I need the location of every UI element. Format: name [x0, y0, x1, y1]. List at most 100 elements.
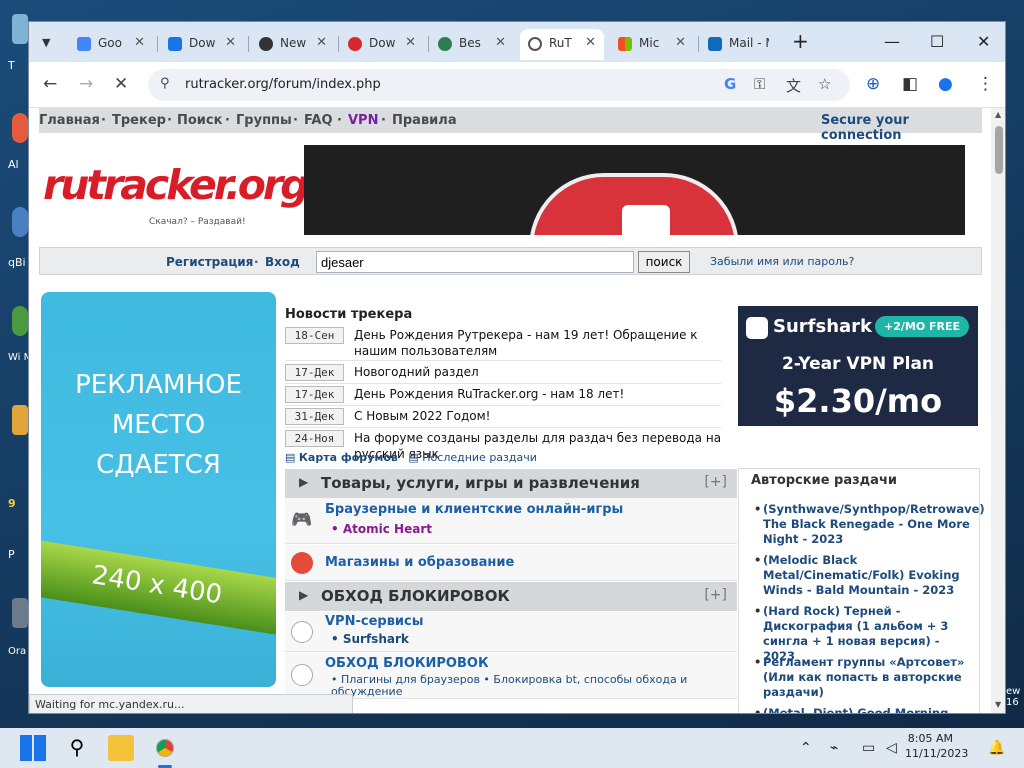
news-link[interactable]: День Рождения Рутрекера - нам 19 лет! Об…: [354, 327, 724, 359]
nav-home[interactable]: Главная: [39, 113, 100, 128]
url-text[interactable]: rutracker.org/forum/index.php: [185, 77, 381, 92]
close-icon[interactable]: ✕: [675, 35, 686, 50]
chrome-icon[interactable]: [152, 735, 178, 761]
category-header[interactable]: ▶ Товары, услуги, игры и развлечения [+]: [285, 469, 737, 498]
windows-start-icon[interactable]: [20, 735, 46, 761]
scroll-thumb[interactable]: [995, 126, 1003, 174]
left-ad-banner[interactable]: РЕКЛАМНОЕ МЕСТО СДАЕТСЯ 240 x 400: [41, 292, 276, 687]
close-window-button[interactable]: ✕: [977, 32, 990, 51]
category-expand[interactable]: [+]: [704, 474, 727, 490]
close-icon[interactable]: ✕: [405, 35, 416, 50]
tab[interactable]: Dow ✕: [340, 29, 424, 60]
new-tab-button[interactable]: +: [792, 29, 809, 53]
stop-button[interactable]: ✕: [114, 74, 128, 94]
tab-active[interactable]: RuT ✕: [520, 29, 604, 60]
forgot-password-link[interactable]: Забыли имя или пароль?: [710, 255, 854, 268]
shop-icon: [291, 552, 313, 574]
minimize-button[interactable]: —: [884, 32, 900, 51]
category-expand[interactable]: [+]: [704, 587, 727, 603]
top-banner-ad[interactable]: [304, 145, 965, 235]
tab[interactable]: Goo ✕: [69, 29, 153, 60]
translate-icon[interactable]: 文: [786, 75, 801, 96]
network-icon[interactable]: ⌁: [830, 740, 838, 756]
forum-title[interactable]: Магазины и образование: [325, 555, 514, 570]
register-link[interactable]: Регистрация: [166, 255, 253, 269]
close-icon[interactable]: ✕: [134, 35, 145, 50]
ad-line: РЕКЛАМНОЕ: [75, 370, 242, 400]
nav-faq[interactable]: FAQ: [304, 113, 333, 128]
search-input[interactable]: [316, 251, 634, 273]
chevron-up-icon[interactable]: ⌃: [800, 740, 812, 756]
display-icon[interactable]: ▭: [862, 740, 875, 756]
sidebox-item[interactable]: (Synthwave/Synthpop/Retrowave) The Black…: [754, 502, 985, 547]
maximize-button[interactable]: ☐: [930, 32, 944, 51]
desktop-icon[interactable]: [12, 405, 28, 435]
profile-icon[interactable]: ●: [938, 74, 953, 94]
desktop-icon[interactable]: [12, 113, 28, 143]
close-icon[interactable]: ✕: [585, 35, 596, 50]
subforum-name[interactable]: Surfshark: [343, 632, 409, 646]
nav-tracker[interactable]: Трекер: [112, 113, 166, 128]
tab[interactable]: New ✕: [251, 29, 335, 60]
subforum-name[interactable]: Atomic Heart: [343, 522, 432, 536]
notification-bell-icon[interactable]: 🔔: [988, 740, 1005, 756]
microsoft-icon: [618, 37, 632, 51]
volume-icon[interactable]: ◁: [886, 740, 897, 756]
nav-groups[interactable]: Группы: [236, 113, 292, 128]
tab[interactable]: Dow ✕: [160, 29, 244, 60]
back-button[interactable]: ←: [43, 74, 57, 94]
scroll-up-icon[interactable]: ▲: [995, 110, 1001, 119]
desktop-icon[interactable]: [12, 207, 28, 237]
category-title[interactable]: ОБХОД БЛОКИРОВОК: [321, 587, 510, 605]
forum-map-link[interactable]: Карта форумов: [299, 451, 398, 464]
close-icon[interactable]: ✕: [225, 35, 236, 50]
ad-line: МЕСТО: [111, 410, 206, 440]
close-icon[interactable]: ✕: [495, 35, 506, 50]
file-explorer-icon[interactable]: [108, 735, 134, 761]
nav-rules[interactable]: Правила: [392, 113, 457, 128]
login-link[interactable]: Вход: [265, 255, 300, 269]
last-torrents-link[interactable]: Последние раздачи: [422, 451, 537, 464]
clock[interactable]: 8:05 AM 11/11/2023: [905, 731, 968, 761]
tab[interactable]: Mail - M: [700, 29, 784, 60]
vertical-scrollbar[interactable]: ▲ ▼: [991, 108, 1005, 713]
scroll-down-icon[interactable]: ▼: [995, 700, 1001, 709]
desktop-icon[interactable]: [12, 14, 28, 44]
news-link[interactable]: День Рождения RuTracker.org - нам 18 лет…: [354, 386, 724, 402]
menu-icon[interactable]: ⋮: [977, 74, 994, 94]
sidebox-item[interactable]: (Metal, Djent) Good Morning: [754, 706, 975, 713]
category-title[interactable]: Товары, услуги, игры и развлечения: [321, 474, 640, 492]
side-panel-icon[interactable]: ◧: [902, 74, 918, 94]
sidebox-item[interactable]: (Melodic Black Metal/Cinematic/Folk) Evo…: [754, 553, 975, 598]
forum-title[interactable]: Браузерные и клиентские онлайн-игры: [325, 502, 623, 517]
search-button[interactable]: поиск: [638, 251, 690, 273]
star-icon[interactable]: ☆: [818, 75, 831, 93]
ad-price: $2.30/mo: [773, 382, 943, 420]
site-info-icon[interactable]: ⚲: [160, 76, 170, 91]
nav-search[interactable]: Поиск: [177, 113, 222, 128]
site-logo[interactable]: rutracker.org: [43, 161, 310, 209]
forum-title[interactable]: ОБХОД БЛОКИРОВОК: [325, 656, 489, 671]
tab-separator: [698, 36, 699, 52]
desktop-icon[interactable]: [12, 598, 28, 628]
surfshark-ad[interactable]: Surfshark +2/MO FREE 2-Year VPN Plan $2.…: [738, 306, 978, 426]
address-bar[interactable]: ⚲ rutracker.org/forum/index.php G ⚿ 文 ☆: [148, 69, 850, 101]
news-link[interactable]: С Новым 2022 Годом!: [354, 408, 724, 424]
sidebox-item[interactable]: Регламент группы «Артсовет» (Или как поп…: [754, 655, 975, 700]
forum-title[interactable]: VPN-сервисы: [325, 614, 424, 629]
news-item: 18-Сен День Рождения Рутрекера - нам 19 …: [285, 327, 721, 361]
tab[interactable]: Mic ✕: [610, 29, 694, 60]
download-icon[interactable]: ⊕: [866, 74, 880, 94]
close-icon[interactable]: ✕: [316, 35, 327, 50]
search-icon[interactable]: ⚲: [64, 735, 90, 761]
forward-button[interactable]: →: [79, 74, 93, 94]
google-lens-icon[interactable]: G: [724, 75, 736, 93]
desktop-icon[interactable]: [12, 306, 28, 336]
tab[interactable]: Bes ✕: [430, 29, 514, 60]
key-icon[interactable]: ⚿: [754, 75, 765, 93]
nav-vpn[interactable]: VPN: [348, 113, 378, 128]
news-link[interactable]: Новогодний раздел: [354, 364, 724, 380]
category-header[interactable]: ▶ ОБХОД БЛОКИРОВОК [+]: [285, 582, 737, 611]
subforum-name[interactable]: Плагины для браузеров • Блокировка bt, с…: [331, 673, 687, 698]
tab-search-button[interactable]: ▼: [35, 29, 61, 60]
